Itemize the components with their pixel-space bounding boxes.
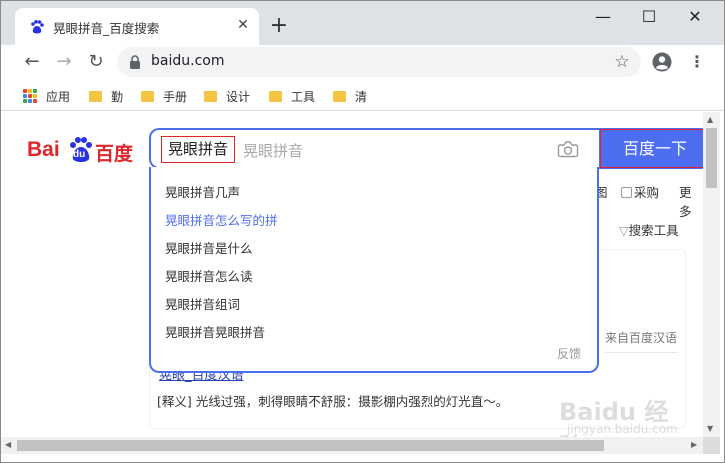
back-button[interactable]: ← [21, 51, 43, 73]
folder-icon [89, 90, 102, 102]
logo-paw-text: du [73, 149, 86, 160]
folder-icon [333, 90, 346, 102]
suggestion-item-highlighted[interactable]: 晃眼拼音怎么写的拼 [165, 210, 278, 229]
query-text: 晃眼拼音 [161, 136, 236, 163]
title-bar: 晃眼拼音_百度搜索 ✕ + — ☐ ✕ [1, 1, 724, 45]
bookmark-folder[interactable]: 工具 [269, 87, 315, 105]
feedback-link[interactable]: 反馈 [557, 345, 581, 362]
watermark-sub: jingyan.baidu.com [567, 422, 678, 436]
folder-icon [141, 90, 154, 102]
minimize-button[interactable]: — [588, 5, 618, 29]
browser-window: 晃眼拼音_百度搜索 ✕ + — ☐ ✕ ← → ↻ baidu.com ☆ ⋮ [0, 0, 725, 463]
new-tab-button[interactable]: + [267, 15, 291, 39]
bag-icon [621, 187, 632, 198]
bookmark-apps[interactable]: 应用 [23, 87, 70, 105]
bookmark-folder[interactable]: 手册 [141, 87, 187, 105]
filter-icon: ▽ [619, 223, 629, 238]
suggestion-item[interactable]: 晃眼拼音怎么读 [165, 266, 253, 285]
logo-text-left: Bai [27, 138, 60, 161]
scroll-thumb[interactable] [17, 440, 604, 451]
tab-title: 晃眼拼音_百度搜索 [53, 21, 160, 36]
bookmark-folder[interactable]: 设计 [204, 87, 250, 105]
reload-button[interactable]: ↻ [85, 51, 107, 73]
folder-icon [204, 90, 217, 102]
divider [605, 352, 677, 353]
bookmark-label: 应用 [46, 89, 71, 104]
page-content: Bai du 百度 图 采购 更多 ▽搜索工具 来自百度汉语 晃眼_百度汉语 [… [1, 112, 703, 437]
scroll-left-icon[interactable]: ◀ [5, 440, 11, 449]
watermark: Baidu 经验 jingyan.baidu.com [559, 392, 689, 437]
baidu-paw-icon [31, 20, 44, 34]
scroll-up-icon[interactable]: ▲ [707, 115, 713, 124]
definition-text: [释义] 光线过强，刺得眼睛不舒服：摄影棚内强烈的灯光直～。 [157, 394, 509, 409]
browser-tab[interactable]: 晃眼拼音_百度搜索 ✕ [15, 8, 259, 45]
bookmark-folder[interactable]: 清 [333, 87, 367, 105]
profile-icon[interactable] [652, 52, 672, 72]
lock-icon [130, 55, 140, 69]
bookmark-label: 手册 [163, 89, 188, 104]
browser-menu-icon[interactable]: ⋮ [689, 51, 705, 73]
search-button[interactable]: 百度一下 [599, 128, 703, 169]
url-text: baidu.com [151, 53, 225, 69]
tab-more[interactable]: 更多 [679, 182, 703, 220]
address-toolbar: ← → ↻ baidu.com ☆ ⋮ [1, 45, 724, 79]
address-bar[interactable]: baidu.com ☆ [117, 47, 641, 77]
bookmark-label: 工具 [291, 89, 316, 104]
scrollbar-corner [703, 437, 720, 454]
folder-icon [269, 90, 282, 102]
scroll-thumb[interactable] [706, 128, 717, 188]
tab-purchase[interactable]: 采购 [621, 182, 659, 201]
horizontal-scrollbar[interactable]: ◀ ▶ [1, 437, 703, 454]
search-tools-button[interactable]: ▽搜索工具 [619, 220, 679, 239]
vertical-scrollbar[interactable]: ▲ ▼ [703, 112, 720, 437]
tab-close-icon[interactable]: ✕ [233, 15, 253, 35]
maximize-button[interactable]: ☐ [634, 5, 664, 29]
scroll-right-icon[interactable]: ▶ [691, 440, 697, 449]
search-input[interactable]: 晃眼拼音 晃眼拼音 [149, 128, 599, 169]
apps-grid-icon [23, 89, 37, 103]
bookmark-label: 清 [355, 89, 368, 104]
scroll-down-icon[interactable]: ▼ [707, 424, 713, 433]
source-note[interactable]: 来自百度汉语 [605, 329, 677, 346]
suggestion-item[interactable]: 晃眼拼音是什么 [165, 238, 253, 257]
logo-text-right: 百度 [95, 143, 134, 165]
suggestion-item[interactable]: 晃眼拼音组词 [165, 294, 240, 313]
suggestion-item[interactable]: 晃眼拼音几声 [165, 182, 240, 201]
bookmarks-bar: 应用 勤 手册 设计 工具 清 [1, 79, 724, 111]
suggestion-item[interactable]: 晃眼拼音晃眼拼音 [165, 322, 265, 341]
bookmark-label: 勤 [111, 89, 124, 104]
bookmark-folder[interactable]: 勤 [89, 87, 123, 105]
suggestion-dropdown: 晃眼拼音几声 晃眼拼音怎么写的拼 晃眼拼音是什么 晃眼拼音怎么读 晃眼拼音组词 … [149, 167, 599, 373]
query-hint: 晃眼拼音 [243, 142, 304, 160]
camera-icon[interactable] [557, 139, 579, 159]
bookmark-label: 设计 [226, 89, 251, 104]
forward-button[interactable]: → [53, 51, 75, 73]
bookmark-star-icon[interactable]: ☆ [611, 51, 633, 73]
close-window-button[interactable]: ✕ [680, 5, 710, 29]
tab-purchase-label: 采购 [634, 185, 660, 200]
baidu-logo[interactable]: Bai du 百度 [27, 136, 137, 166]
search-tools-label: 搜索工具 [628, 223, 679, 238]
